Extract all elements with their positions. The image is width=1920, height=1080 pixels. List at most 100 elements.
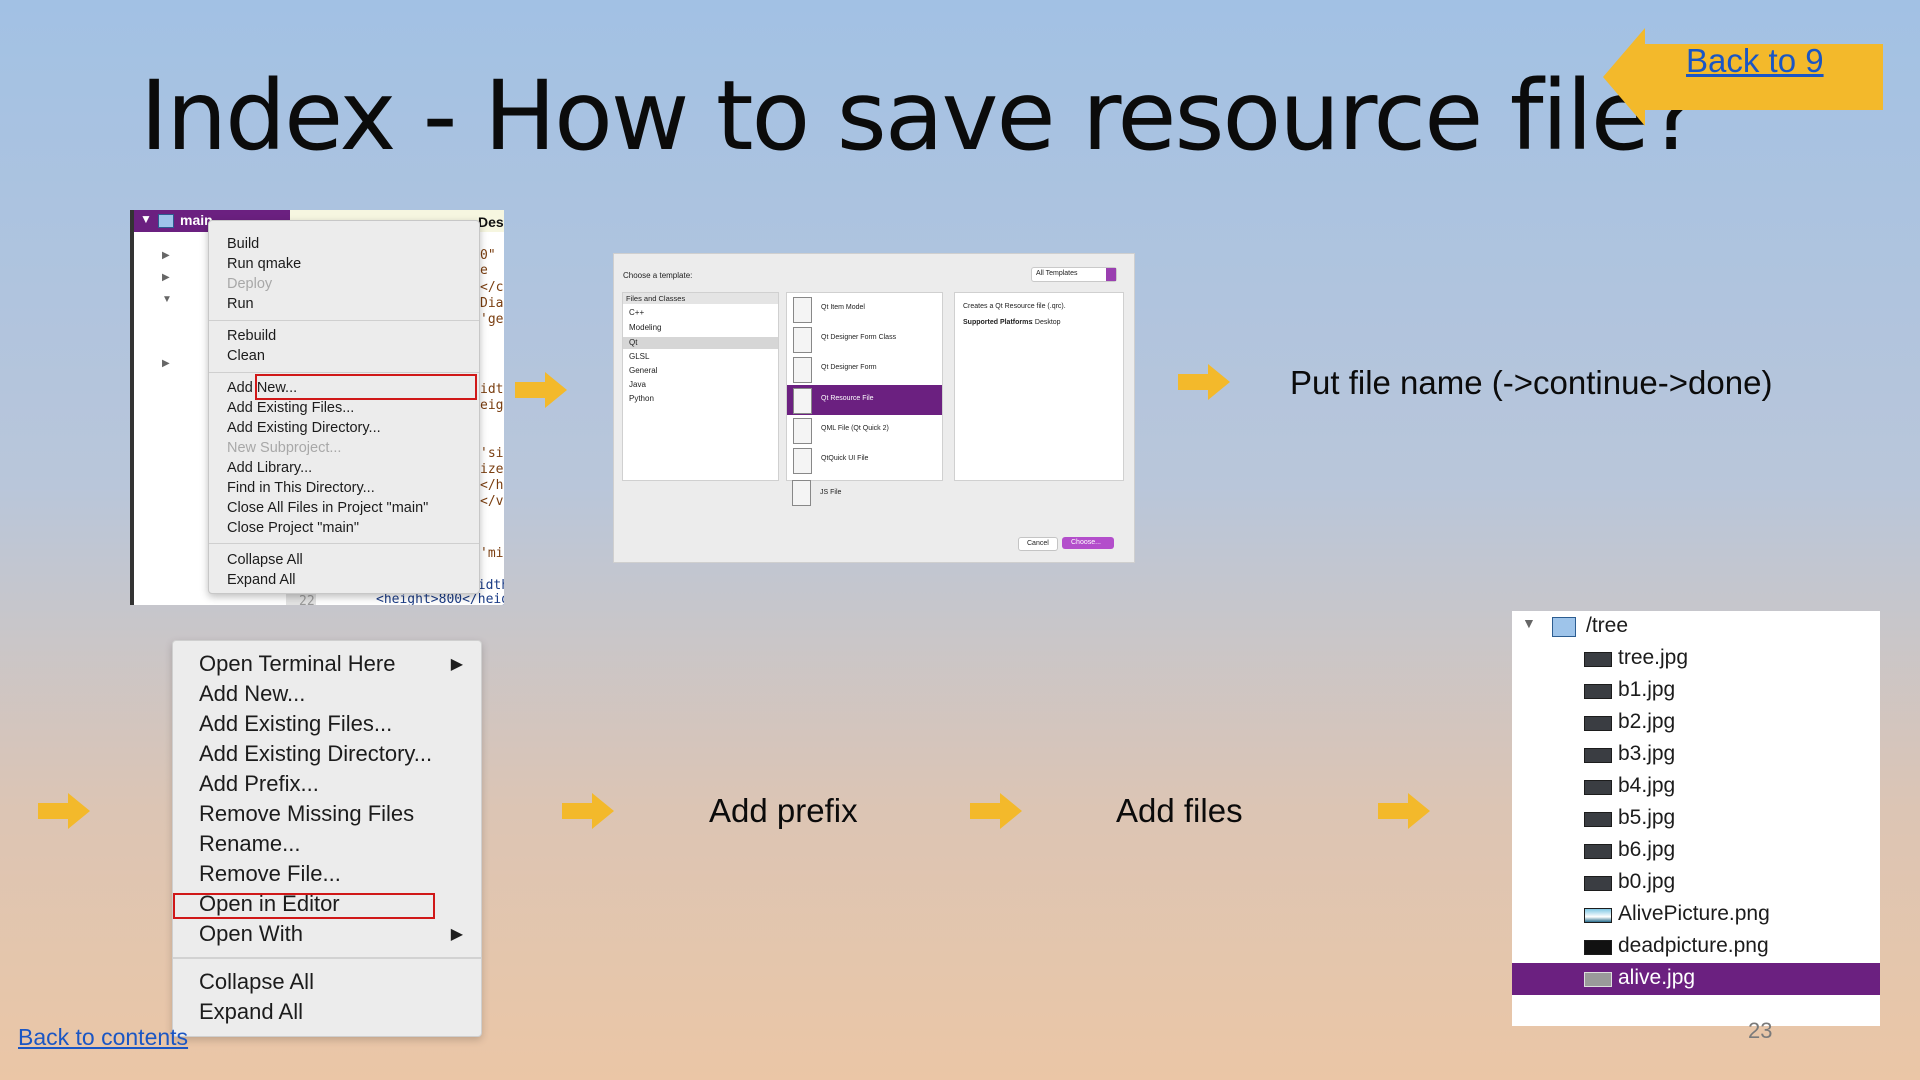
file-name: AlivePicture.png xyxy=(1618,902,1770,925)
menu-item-add-existing-directory[interactable]: Add Existing Directory... xyxy=(199,741,432,767)
menu-item-rename[interactable]: Rename... xyxy=(199,831,301,857)
tree-file-row[interactable]: b3.jpg xyxy=(1512,739,1880,771)
code-fragment: 'min xyxy=(480,546,504,561)
menu-item-add-existing-files[interactable]: Add Existing Files... xyxy=(227,400,354,416)
template-item[interactable]: Qt Designer Form Class xyxy=(821,334,896,341)
resource-context-menu: Open Terminal Here ▶ Add New... Add Exis… xyxy=(172,640,482,1037)
file-icon xyxy=(793,448,812,474)
file-name: tree.jpg xyxy=(1618,646,1689,669)
image-thumbnail-icon xyxy=(1584,748,1612,763)
back-to-contents-link[interactable]: Back to contents xyxy=(18,1024,188,1051)
menu-item-close-project[interactable]: Close Project "main" xyxy=(227,520,359,536)
submenu-arrow-icon: ▶ xyxy=(450,656,463,673)
menu-item-expand-all[interactable]: Expand All xyxy=(199,999,303,1025)
code-fragment: eig xyxy=(480,398,504,413)
highlight-box xyxy=(173,893,435,919)
tree-file-row[interactable]: deadpicture.png xyxy=(1512,931,1880,963)
tree-file-row[interactable]: b4.jpg xyxy=(1512,771,1880,803)
arrow-right-icon xyxy=(1178,364,1230,400)
file-name: b3.jpg xyxy=(1618,742,1676,765)
menu-item-add-prefix[interactable]: Add Prefix... xyxy=(199,771,319,797)
image-thumbnail-icon xyxy=(1584,876,1612,891)
template-description: Creates a Qt Resource file (.qrc). xyxy=(963,303,1066,310)
file-name: b0.jpg xyxy=(1618,870,1676,893)
image-thumbnail-icon xyxy=(1584,844,1612,859)
menu-item-open-with[interactable]: Open With xyxy=(199,921,303,947)
category-header: Files and Classes xyxy=(626,294,686,303)
template-item[interactable]: Qt Designer Form xyxy=(821,364,877,371)
category-item[interactable]: Modeling xyxy=(629,323,661,332)
cancel-button-label: Cancel xyxy=(1027,540,1049,547)
template-list: Qt Item Model Qt Designer Form Class Qt … xyxy=(786,292,943,481)
code-fragment: 'geo xyxy=(480,312,504,327)
back-to-9-link[interactable]: Back to 9 xyxy=(1686,42,1824,80)
menu-item-rebuild[interactable]: Rebuild xyxy=(227,328,276,344)
design-tab-label: Des xyxy=(478,214,504,230)
code-fragment: </cl xyxy=(480,280,504,295)
arrow-right-icon xyxy=(1378,793,1430,829)
menu-item-collapse-all[interactable]: Collapse All xyxy=(227,552,303,568)
category-item[interactable]: General xyxy=(629,366,657,375)
line-number: 22 xyxy=(299,594,315,605)
submenu-arrow-icon: ▶ xyxy=(450,926,463,943)
tree-file-row[interactable]: tree.jpg xyxy=(1512,643,1880,675)
menu-item-add-existing-files[interactable]: Add Existing Files... xyxy=(199,711,392,737)
slide-title: Index - How to save resource file? xyxy=(140,60,1699,172)
image-thumbnail-icon xyxy=(1584,812,1612,827)
tree-file-row[interactable]: b5.jpg xyxy=(1512,803,1880,835)
template-item[interactable]: Qt Item Model xyxy=(821,304,865,311)
code-fragment: 0" e xyxy=(480,248,496,278)
code-fragment: </ho xyxy=(480,478,504,493)
project-context-menu-screenshot: ▼ main Des ▶ ▶ ▼ ▶ 21 22 0" e </cl Dial … xyxy=(130,210,504,605)
file-icon xyxy=(793,327,812,353)
menu-item-add-library[interactable]: Add Library... xyxy=(227,460,312,476)
tree-file-row-selected[interactable]: alive.jpg xyxy=(1512,963,1880,995)
file-icon xyxy=(793,388,812,414)
menu-item-open-terminal-here[interactable]: Open Terminal Here xyxy=(199,651,395,677)
menu-item-add-new[interactable]: Add New... xyxy=(199,681,305,707)
tree-file-row[interactable]: b2.jpg xyxy=(1512,707,1880,739)
menu-item-close-all-files[interactable]: Close All Files in Project "main" xyxy=(227,500,428,516)
step-add-prefix: Add prefix xyxy=(709,792,858,829)
category-item[interactable]: Qt xyxy=(629,338,637,347)
menu-item-run-qmake[interactable]: Run qmake xyxy=(227,256,301,272)
tree-file-row[interactable]: b6.jpg xyxy=(1512,835,1880,867)
image-thumbnail-icon xyxy=(1584,940,1612,955)
collapse-triangle-icon: ▶ xyxy=(162,272,170,283)
menu-item-add-existing-directory[interactable]: Add Existing Directory... xyxy=(227,420,381,436)
cancel-button[interactable]: Cancel xyxy=(1018,537,1058,551)
template-filter-select[interactable]: All Templates xyxy=(1031,267,1117,282)
menu-item-collapse-all[interactable]: Collapse All xyxy=(199,969,314,995)
tree-file-row[interactable]: b1.jpg xyxy=(1512,675,1880,707)
file-icon xyxy=(793,297,812,323)
menu-item-run[interactable]: Run xyxy=(227,296,254,312)
category-item[interactable]: C++ xyxy=(629,308,644,317)
category-item[interactable]: GLSL xyxy=(629,352,649,361)
template-item[interactable]: JS File xyxy=(820,489,841,496)
menu-item-build[interactable]: Build xyxy=(227,236,259,252)
chevron-down-icon xyxy=(1106,268,1116,281)
folder-icon xyxy=(1552,617,1576,637)
template-description-panel: Creates a Qt Resource file (.qrc). Suppo… xyxy=(954,292,1124,481)
code-fragment: </ve xyxy=(480,494,504,509)
menu-item-remove-missing-files[interactable]: Remove Missing Files xyxy=(199,801,414,827)
resource-file-tree: ▼ /tree tree.jpg b1.jpg b2.jpg b3.jpg b4… xyxy=(1512,611,1880,1026)
tree-file-row[interactable]: AlivePicture.png xyxy=(1512,899,1880,931)
file-name: b6.jpg xyxy=(1618,838,1676,861)
template-item[interactable]: QML File (Qt Quick 2) xyxy=(821,425,889,432)
menu-item-remove-file[interactable]: Remove File... xyxy=(199,861,341,887)
category-item[interactable]: Python xyxy=(629,394,654,403)
template-item[interactable]: QtQuick UI File xyxy=(821,455,868,462)
choose-button[interactable]: Choose... xyxy=(1062,537,1114,549)
menu-item-expand-all[interactable]: Expand All xyxy=(227,572,296,588)
file-icon xyxy=(793,357,812,383)
menu-item-find-in-directory[interactable]: Find in This Directory... xyxy=(227,480,375,496)
tree-file-row[interactable]: b0.jpg xyxy=(1512,867,1880,899)
menu-separator xyxy=(173,957,481,959)
tree-prefix-row[interactable]: ▼ /tree xyxy=(1512,611,1880,643)
template-item-selected[interactable]: Qt Resource File xyxy=(821,395,874,402)
step-put-file-name: Put file name (->continue->done) xyxy=(1290,364,1773,401)
category-item[interactable]: Java xyxy=(629,380,646,389)
dialog-heading: Choose a template: xyxy=(623,271,693,280)
menu-item-clean[interactable]: Clean xyxy=(227,348,265,364)
